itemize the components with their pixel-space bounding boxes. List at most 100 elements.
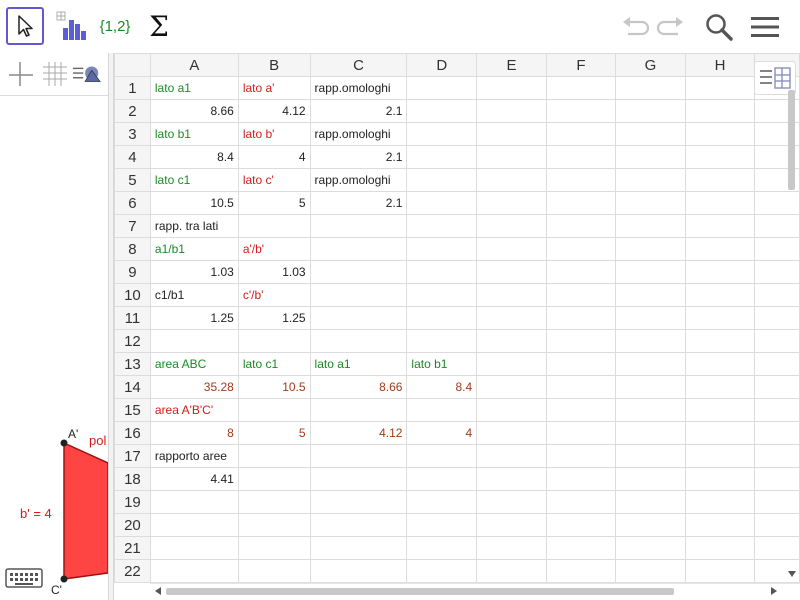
spreadsheet-cell[interactable]: area A'B'C' — [149, 398, 239, 422]
spreadsheet-cell[interactable]: 4 — [406, 421, 478, 445]
spreadsheet-cell[interactable] — [476, 191, 547, 215]
spreadsheet-cell[interactable] — [545, 99, 617, 123]
spreadsheet-cell[interactable] — [684, 329, 756, 353]
spreadsheet-cell[interactable]: 1.25 — [237, 306, 311, 330]
spreadsheet-cell[interactable] — [406, 214, 478, 238]
spreadsheet-cell[interactable] — [476, 145, 547, 169]
row-header[interactable]: 9 — [114, 260, 151, 284]
spreadsheet-cell[interactable] — [406, 398, 478, 422]
spreadsheet-cell[interactable]: 1.03 — [149, 260, 239, 284]
spreadsheet-cell[interactable] — [406, 536, 478, 560]
spreadsheet-cell[interactable] — [545, 76, 617, 100]
spreadsheet-cell[interactable] — [615, 421, 686, 445]
spreadsheet-cell[interactable]: lato a1 — [149, 76, 239, 100]
spreadsheet-cell[interactable]: rapp.omologhi — [309, 168, 408, 192]
spreadsheet-cell[interactable]: lato b' — [237, 122, 311, 146]
spreadsheet-cell[interactable]: lato b1 — [149, 122, 239, 146]
spreadsheet-cell[interactable] — [615, 145, 686, 169]
spreadsheet-cell[interactable] — [149, 490, 239, 514]
spreadsheet-cell[interactable] — [615, 490, 686, 514]
toggle-grid-button[interactable] — [40, 59, 70, 89]
column-header[interactable]: H — [684, 53, 756, 77]
spreadsheet-cell[interactable] — [545, 467, 617, 491]
spreadsheet-cell[interactable]: 8.4 — [406, 375, 478, 399]
spreadsheet-cell[interactable] — [545, 513, 617, 537]
spreadsheet-cell[interactable] — [476, 444, 547, 468]
spreadsheet-cell[interactable] — [615, 99, 686, 123]
spreadsheet-cell[interactable] — [476, 306, 547, 330]
row-header[interactable]: 15 — [114, 398, 151, 422]
scroll-down-arrow-icon[interactable] — [787, 570, 797, 578]
spreadsheet-cell[interactable]: rapp.omologhi — [309, 76, 408, 100]
spreadsheet-cell[interactable] — [684, 283, 756, 307]
search-button[interactable] — [702, 10, 736, 44]
row-header[interactable]: 6 — [114, 191, 151, 215]
row-header[interactable]: 18 — [114, 467, 151, 491]
spreadsheet-cell[interactable] — [309, 513, 408, 537]
graphics-settings-button[interactable] — [72, 59, 102, 89]
spreadsheet-cell[interactable] — [237, 398, 311, 422]
row-header[interactable]: 3 — [114, 122, 151, 146]
spreadsheet-cell[interactable] — [406, 168, 478, 192]
spreadsheet-cell[interactable] — [684, 467, 756, 491]
spreadsheet-cell[interactable] — [545, 283, 617, 307]
row-header[interactable]: 10 — [114, 283, 151, 307]
spreadsheet-cell[interactable] — [684, 398, 756, 422]
spreadsheet-cell[interactable]: 2.1 — [309, 191, 408, 215]
spreadsheet-cell[interactable] — [149, 559, 239, 583]
spreadsheet-cell[interactable] — [684, 421, 756, 445]
spreadsheet-cell[interactable] — [476, 283, 547, 307]
create-list-button[interactable]: {1,2} — [96, 7, 134, 45]
spreadsheet-cell[interactable] — [237, 444, 311, 468]
spreadsheet-cell[interactable] — [545, 260, 617, 284]
row-header[interactable]: 16 — [114, 421, 151, 445]
spreadsheet-cell[interactable] — [545, 559, 617, 583]
spreadsheet-cell[interactable] — [476, 375, 547, 399]
spreadsheet-cell[interactable] — [406, 99, 478, 123]
spreadsheet-cell[interactable] — [545, 375, 617, 399]
spreadsheet-cell[interactable] — [545, 168, 617, 192]
spreadsheet-cell[interactable] — [237, 214, 311, 238]
spreadsheet-cell[interactable]: a'/b' — [237, 237, 311, 261]
spreadsheet-cell[interactable] — [237, 490, 311, 514]
spreadsheet-cell[interactable] — [615, 536, 686, 560]
corner-cell[interactable] — [114, 53, 151, 77]
spreadsheet-cell[interactable] — [615, 191, 686, 215]
spreadsheet-cell[interactable] — [237, 513, 311, 537]
spreadsheet-cell[interactable] — [406, 467, 478, 491]
column-header[interactable]: A — [149, 53, 239, 77]
spreadsheet-cell[interactable] — [309, 467, 408, 491]
scroll-right-arrow-icon[interactable] — [770, 586, 778, 596]
spreadsheet-cell[interactable] — [476, 398, 547, 422]
spreadsheet-cell[interactable]: lato c1 — [237, 352, 311, 376]
spreadsheet-cell[interactable]: c'/b' — [237, 283, 311, 307]
spreadsheet-cell[interactable] — [237, 467, 311, 491]
spreadsheet-cell[interactable] — [406, 329, 478, 353]
spreadsheet-cell[interactable] — [615, 375, 686, 399]
column-header[interactable]: F — [545, 53, 617, 77]
spreadsheet-cell[interactable] — [406, 444, 478, 468]
spreadsheet-cell[interactable] — [684, 191, 756, 215]
spreadsheet-cell[interactable]: 8.66 — [309, 375, 408, 399]
spreadsheet-cell[interactable] — [149, 329, 239, 353]
spreadsheet-cell[interactable] — [545, 421, 617, 445]
spreadsheet-cell[interactable]: 2.1 — [309, 145, 408, 169]
spreadsheet-cell[interactable] — [684, 536, 756, 560]
spreadsheet-cell[interactable]: area ABC — [149, 352, 239, 376]
spreadsheet-cell[interactable]: 8 — [149, 421, 239, 445]
spreadsheet-cell[interactable] — [476, 421, 547, 445]
row-header[interactable]: 12 — [114, 329, 151, 353]
spreadsheet-cell[interactable] — [406, 559, 478, 583]
row-header[interactable]: 17 — [114, 444, 151, 468]
spreadsheet-cell[interactable] — [476, 122, 547, 146]
spreadsheet-cell[interactable] — [684, 375, 756, 399]
spreadsheet-cell[interactable] — [309, 306, 408, 330]
spreadsheet-cell[interactable] — [476, 260, 547, 284]
spreadsheet-cell[interactable]: lato c' — [237, 168, 311, 192]
spreadsheet-cell[interactable] — [684, 513, 756, 537]
spreadsheet-cell[interactable] — [237, 329, 311, 353]
spreadsheet-cell[interactable] — [615, 398, 686, 422]
spreadsheet-cell[interactable] — [615, 513, 686, 537]
spreadsheet-cell[interactable] — [684, 122, 756, 146]
spreadsheet-cell[interactable] — [309, 214, 408, 238]
